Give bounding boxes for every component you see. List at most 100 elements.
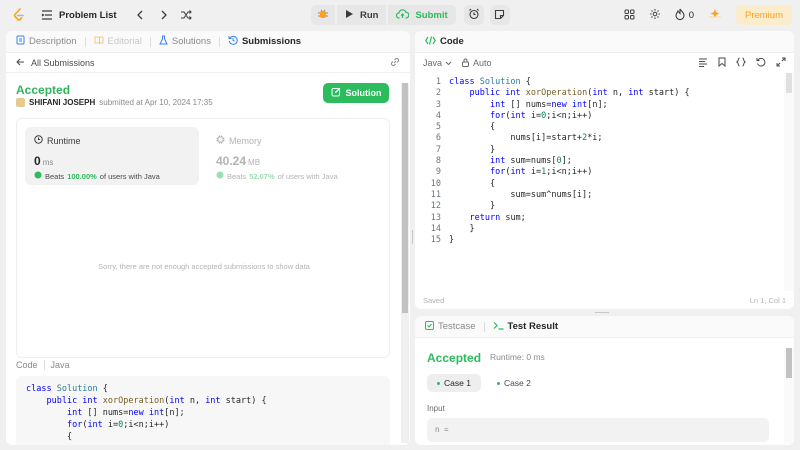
submission-code-block[interactable]: class Solution { public int xorOperation… <box>16 376 390 445</box>
input-value: n = <box>427 418 769 442</box>
book-icon <box>94 35 104 48</box>
edit-icon <box>331 87 341 99</box>
runtime-unit: ms <box>42 158 54 167</box>
submission-nav: All Submissions <box>6 53 410 73</box>
result-scroll-thumb[interactable] <box>786 348 792 378</box>
tab-testcase[interactable]: Testcase <box>425 320 476 333</box>
case-2-tab[interactable]: Case 2 <box>487 374 541 392</box>
timer-button[interactable] <box>463 5 484 25</box>
notes-button[interactable] <box>489 5 510 25</box>
expand-icon[interactable] <box>776 57 786 69</box>
beats-badge-icon <box>34 171 42 181</box>
language-select[interactable]: Java <box>423 58 452 68</box>
gear-icon[interactable] <box>649 8 661 22</box>
streak-count: 0 <box>688 9 694 21</box>
result-runtime: Runtime: 0 ms <box>490 352 545 362</box>
solution-button[interactable]: Solution <box>323 83 389 103</box>
submission-author-line: SHIFANI JOSEPH submitted at Apr 10, 2024… <box>16 98 213 107</box>
bug-icon <box>317 8 329 23</box>
cloud-upload-icon <box>396 8 410 22</box>
avatar[interactable] <box>16 98 25 107</box>
pass-dot <box>496 381 500 385</box>
cursor-position: Ln 1, Col 1 <box>749 295 786 305</box>
test-result-panel: Testcase Test Result Accepted Runtime: 0… <box>415 316 794 445</box>
submitted-at: submitted at Apr 10, 2024 17:35 <box>99 98 213 107</box>
checkbox-icon <box>425 320 434 333</box>
submit-label: Submit <box>415 9 448 21</box>
runtime-value: 0 <box>34 154 41 168</box>
terminal-icon <box>493 321 504 333</box>
flame-icon <box>675 8 685 22</box>
horizontal-splitter[interactable] <box>595 310 609 315</box>
submit-button[interactable]: Submit <box>388 5 456 25</box>
input-label: Input <box>427 404 445 413</box>
lock-icon <box>462 58 470 69</box>
left-scroll-thumb[interactable] <box>402 83 408 313</box>
runtime-beats: 100.00% <box>67 171 97 181</box>
case-tabs: Case 1 Case 2 <box>427 374 541 392</box>
arrow-left-icon <box>16 58 25 68</box>
tab-divider <box>84 36 86 47</box>
all-submissions-link[interactable]: All Submissions <box>16 58 95 68</box>
memory-value: 40.24 <box>216 154 247 168</box>
premium-button[interactable]: Premium <box>735 5 792 25</box>
tab-submissions[interactable]: Submissions <box>228 35 301 48</box>
chevron-right-icon[interactable] <box>157 8 171 22</box>
bookmark-icon[interactable] <box>718 57 726 69</box>
link-icon[interactable] <box>390 57 400 69</box>
run-button[interactable]: Run <box>337 5 387 25</box>
auto-complete-toggle[interactable]: Auto <box>462 58 492 69</box>
editor-scroll-thumb[interactable] <box>786 73 792 93</box>
leetcode-logo-icon[interactable] <box>12 8 26 22</box>
play-icon <box>345 9 354 22</box>
problem-list-link[interactable]: Problem List <box>40 8 117 22</box>
flask-icon <box>159 35 168 48</box>
memory-beats: 52.07% <box>249 171 275 181</box>
code-editor-panel: Code Java Auto 1 2 3 4 5 6 7 8 9 10 11 1… <box>415 31 794 309</box>
left-tab-bar: Description Editorial Solutions Submissi… <box>6 31 410 53</box>
left-scrollbar[interactable] <box>401 83 409 443</box>
result-scrollbar[interactable] <box>784 348 794 444</box>
tab-divider <box>149 36 151 47</box>
tab-solutions[interactable]: Solutions <box>159 35 211 48</box>
document-icon <box>16 35 25 48</box>
saved-status: Saved <box>423 295 445 305</box>
tab-divider <box>218 36 220 47</box>
runtime-card[interactable]: Runtime 0 ms Beats 100.00% of users with … <box>25 127 199 185</box>
chip-icon <box>216 135 225 146</box>
top-bar: Problem List Run Submit 0 Premium <box>0 0 800 30</box>
editor-toolbar: Java Auto <box>415 53 794 73</box>
author-name[interactable]: SHIFANI JOSEPH <box>29 98 95 107</box>
streak-counter[interactable]: 0 <box>675 8 694 22</box>
shuffle-icon[interactable] <box>179 8 193 22</box>
case-1-tab[interactable]: Case 1 <box>427 374 481 392</box>
braces-icon[interactable] <box>735 57 747 69</box>
memory-title: Memory <box>229 135 262 146</box>
code-editor-text[interactable]: class Solution { public int xorOperation… <box>449 77 690 246</box>
editor-status-bar: Saved Ln 1, Col 1 <box>415 291 794 309</box>
history-icon <box>228 35 238 48</box>
chevron-down-icon <box>445 58 452 68</box>
note-icon <box>494 9 505 22</box>
tab-description[interactable]: Description <box>16 35 77 48</box>
no-data-message: Sorry, there are not enough accepted sub… <box>98 262 310 271</box>
tab-divider <box>483 321 485 332</box>
format-lines-icon[interactable] <box>698 58 708 69</box>
vertical-splitter[interactable] <box>410 230 415 244</box>
tab-test-result[interactable]: Test Result <box>493 321 558 333</box>
code-brackets-icon <box>425 35 436 48</box>
chevron-left-icon[interactable] <box>133 8 147 22</box>
memory-unit: MB <box>248 158 261 167</box>
result-status: Accepted <box>427 351 482 365</box>
debug-button[interactable] <box>311 5 335 25</box>
editor-title: Code <box>440 36 464 47</box>
layout-grid-icon[interactable] <box>624 9 635 22</box>
tab-editorial[interactable]: Editorial <box>94 35 142 48</box>
line-numbers: 123 456 789 10 11 12 13 14 15 <box>430 77 441 246</box>
sparkle-icon[interactable] <box>708 8 722 22</box>
reset-icon[interactable] <box>756 57 766 69</box>
list-icon <box>40 8 54 22</box>
memory-card[interactable]: Memory 40.24 MB Beats 52.07% of users wit… <box>207 127 381 185</box>
editor-scrollbar[interactable] <box>784 73 794 291</box>
performance-stats: Runtime 0 ms Beats 100.00% of users with … <box>16 118 390 358</box>
